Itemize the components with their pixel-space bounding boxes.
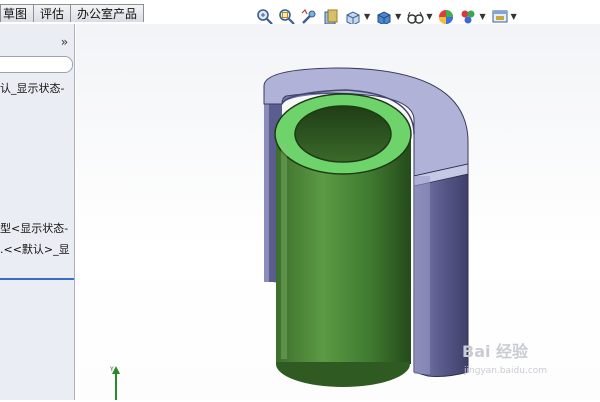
tree-item-display-state[interactable]: 认_显示状态-: [0, 80, 64, 96]
axis-triad-icon: Y: [109, 366, 120, 400]
svg-text:Y: Y: [109, 366, 114, 373]
feature-filter-input[interactable]: [0, 56, 73, 73]
panel-divider: [0, 278, 74, 280]
tab-office-products[interactable]: 办公室产品: [70, 4, 145, 22]
feature-manager-panel: » 认_显示状态- 型<显示状态- .<<默认>_显: [0, 24, 75, 400]
tab-evaluate[interactable]: 评估: [33, 4, 72, 22]
command-tab-bar: 草图 评估 办公室产品 ▼ ▼ ▼ ▼ ▼: [0, 0, 600, 26]
collapse-panel-icon[interactable]: »: [61, 35, 68, 49]
tree-item-model-display-state[interactable]: 型<显示状态-: [0, 220, 68, 236]
watermark-url: jingyan.baidu.com: [464, 366, 548, 376]
watermark-logo: Bai 经验: [462, 342, 529, 361]
inner-green-cylinder: [274, 93, 412, 387]
tree-item-default-display[interactable]: .<<默认>_显: [0, 241, 70, 257]
command-tabs: 草图 评估 办公室产品: [0, 4, 145, 23]
tab-sketch[interactable]: 草图: [0, 4, 35, 22]
